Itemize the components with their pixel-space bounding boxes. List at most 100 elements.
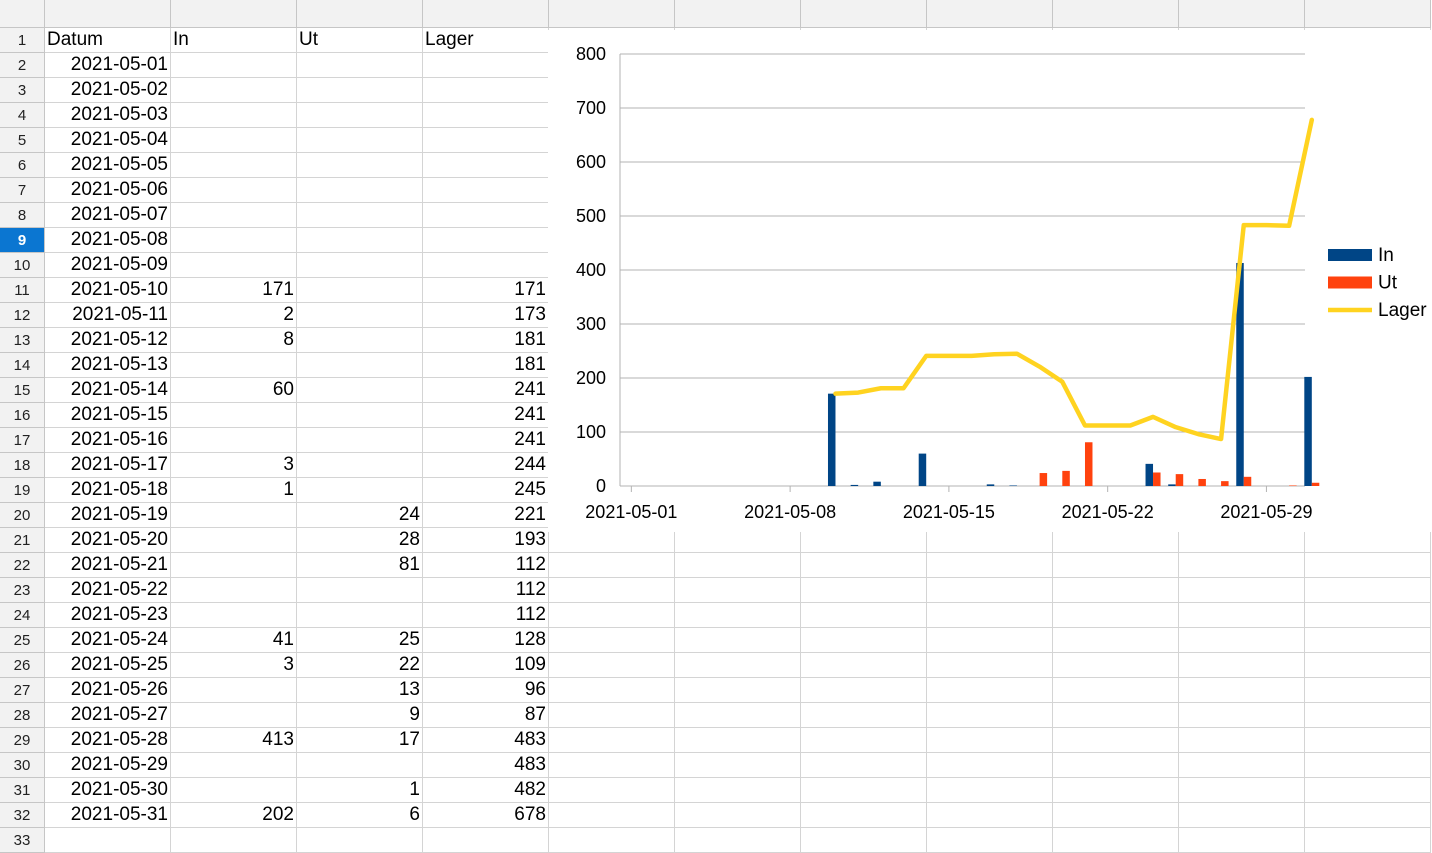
cell-h25[interactable] (927, 628, 1053, 653)
cell-j28[interactable] (1179, 703, 1305, 728)
row-header-28[interactable]: 28 (0, 703, 45, 728)
cell-a8[interactable]: 2021-05-07 (45, 203, 171, 228)
cell-c2[interactable] (297, 53, 423, 78)
cell-h29[interactable] (927, 728, 1053, 753)
row-header-3[interactable]: 3 (0, 78, 45, 103)
cell-c16[interactable] (297, 403, 423, 428)
cell-h23[interactable] (927, 578, 1053, 603)
cell-j30[interactable] (1179, 753, 1305, 778)
cell-d5[interactable] (423, 128, 549, 153)
cell-d13[interactable]: 181 (423, 328, 549, 353)
cell-j25[interactable] (1179, 628, 1305, 653)
cell-g22[interactable] (801, 553, 927, 578)
cell-d1[interactable]: Lager (423, 28, 549, 53)
cell-g25[interactable] (801, 628, 927, 653)
cell-h24[interactable] (927, 603, 1053, 628)
cell-d17[interactable]: 241 (423, 428, 549, 453)
cell-g26[interactable] (801, 653, 927, 678)
cell-d10[interactable] (423, 253, 549, 278)
cell-e30[interactable] (549, 753, 675, 778)
cell-d14[interactable]: 181 (423, 353, 549, 378)
cell-f25[interactable] (675, 628, 801, 653)
cell-c9[interactable] (297, 228, 423, 253)
cell-d7[interactable] (423, 178, 549, 203)
row-header-6[interactable]: 6 (0, 153, 45, 178)
cell-c3[interactable] (297, 78, 423, 103)
cell-b20[interactable] (171, 503, 297, 528)
cell-k27[interactable] (1305, 678, 1431, 703)
cell-c12[interactable] (297, 303, 423, 328)
cell-b30[interactable] (171, 753, 297, 778)
row-header-22[interactable]: 22 (0, 553, 45, 578)
row-header-1[interactable]: 1 (0, 28, 45, 53)
cell-c20[interactable]: 24 (297, 503, 423, 528)
cell-e23[interactable] (549, 578, 675, 603)
row-header-2[interactable]: 2 (0, 53, 45, 78)
cell-c14[interactable] (297, 353, 423, 378)
cell-i23[interactable] (1053, 578, 1179, 603)
cell-k29[interactable] (1305, 728, 1431, 753)
cell-a13[interactable]: 2021-05-12 (45, 328, 171, 353)
column-header-b[interactable] (171, 0, 297, 28)
cell-f32[interactable] (675, 803, 801, 828)
cell-f27[interactable] (675, 678, 801, 703)
cell-d6[interactable] (423, 153, 549, 178)
cell-e27[interactable] (549, 678, 675, 703)
cell-c27[interactable]: 13 (297, 678, 423, 703)
cell-k26[interactable] (1305, 653, 1431, 678)
cell-b11[interactable]: 171 (171, 278, 297, 303)
row-header-8[interactable]: 8 (0, 203, 45, 228)
cell-b31[interactable] (171, 778, 297, 803)
row-header-14[interactable]: 14 (0, 353, 45, 378)
cell-f29[interactable] (675, 728, 801, 753)
cell-j29[interactable] (1179, 728, 1305, 753)
chart[interactable]: 0 100 200 300 400 500 600 700 800 2021-05-01 2021-… (548, 30, 1432, 532)
cell-c11[interactable] (297, 278, 423, 303)
cell-a22[interactable]: 2021-05-21 (45, 553, 171, 578)
cell-d19[interactable]: 245 (423, 478, 549, 503)
cell-f30[interactable] (675, 753, 801, 778)
row-header-10[interactable]: 10 (0, 253, 45, 278)
cell-d31[interactable]: 482 (423, 778, 549, 803)
cell-g23[interactable] (801, 578, 927, 603)
cell-d20[interactable]: 221 (423, 503, 549, 528)
cell-a32[interactable]: 2021-05-31 (45, 803, 171, 828)
cell-a3[interactable]: 2021-05-02 (45, 78, 171, 103)
row-header-13[interactable]: 13 (0, 328, 45, 353)
cell-k23[interactable] (1305, 578, 1431, 603)
cell-a15[interactable]: 2021-05-14 (45, 378, 171, 403)
cell-i32[interactable] (1053, 803, 1179, 828)
cell-g24[interactable] (801, 603, 927, 628)
cell-f24[interactable] (675, 603, 801, 628)
cell-h31[interactable] (927, 778, 1053, 803)
row-header-30[interactable]: 30 (0, 753, 45, 778)
row-header-32[interactable]: 32 (0, 803, 45, 828)
row-header-12[interactable]: 12 (0, 303, 45, 328)
column-header-a[interactable] (45, 0, 171, 28)
cell-b14[interactable] (171, 353, 297, 378)
cell-c30[interactable] (297, 753, 423, 778)
cell-g32[interactable] (801, 803, 927, 828)
cell-c17[interactable] (297, 428, 423, 453)
row-header-7[interactable]: 7 (0, 178, 45, 203)
cell-a14[interactable]: 2021-05-13 (45, 353, 171, 378)
cell-k28[interactable] (1305, 703, 1431, 728)
row-header-5[interactable]: 5 (0, 128, 45, 153)
cell-a25[interactable]: 2021-05-24 (45, 628, 171, 653)
cell-e32[interactable] (549, 803, 675, 828)
cell-b28[interactable] (171, 703, 297, 728)
cell-i30[interactable] (1053, 753, 1179, 778)
cell-g30[interactable] (801, 753, 927, 778)
cell-d24[interactable]: 112 (423, 603, 549, 628)
row-header-23[interactable]: 23 (0, 578, 45, 603)
cell-c22[interactable]: 81 (297, 553, 423, 578)
column-header-j[interactable] (1179, 0, 1305, 28)
cell-b3[interactable] (171, 78, 297, 103)
cell-a31[interactable]: 2021-05-30 (45, 778, 171, 803)
cell-i26[interactable] (1053, 653, 1179, 678)
cell-b26[interactable]: 3 (171, 653, 297, 678)
select-all-corner[interactable] (0, 0, 45, 28)
cell-c4[interactable] (297, 103, 423, 128)
cell-i24[interactable] (1053, 603, 1179, 628)
cell-f23[interactable] (675, 578, 801, 603)
